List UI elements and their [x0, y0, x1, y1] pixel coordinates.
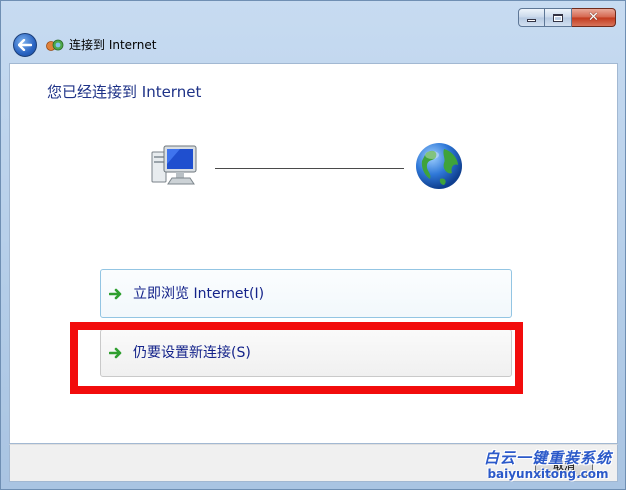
close-icon: ✕: [588, 10, 599, 25]
maximize-icon: [553, 13, 563, 22]
page-heading: 您已经连接到 Internet: [47, 83, 202, 101]
red-highlight-annotation: [70, 322, 523, 394]
watermark-title: 白云一键重装系统: [483, 449, 612, 467]
network-connection-icon: [46, 39, 64, 51]
window-title: 连接到 Internet: [69, 38, 157, 52]
content-pane: 您已经连接到 Internet 立即浏览 Internet(I) 仍要设置新连接…: [9, 63, 618, 444]
minimize-icon: [527, 19, 536, 22]
caption-buttons: ✕: [518, 8, 616, 27]
watermark: 白云一键重装系统 baiyunxitong.com: [473, 449, 623, 487]
connection-line: [215, 168, 404, 169]
browse-internet-link[interactable]: 立即浏览 Internet(I): [100, 269, 512, 318]
back-arrow-icon: [18, 39, 32, 51]
watermark-url: baiyunxitong.com: [487, 467, 609, 481]
globe-icon: [416, 143, 462, 189]
green-arrow-icon: [109, 288, 122, 299]
wizard-window: ✕ 连接到 Internet 您已经连接到 Internet 立即浏览 Inte…: [0, 0, 626, 490]
computer-icon: [151, 145, 197, 185]
back-button[interactable]: [13, 33, 37, 57]
maximize-button[interactable]: [545, 8, 572, 27]
close-button[interactable]: ✕: [572, 8, 616, 27]
browse-internet-label: 立即浏览 Internet(I): [133, 285, 265, 302]
minimize-button[interactable]: [518, 8, 545, 27]
